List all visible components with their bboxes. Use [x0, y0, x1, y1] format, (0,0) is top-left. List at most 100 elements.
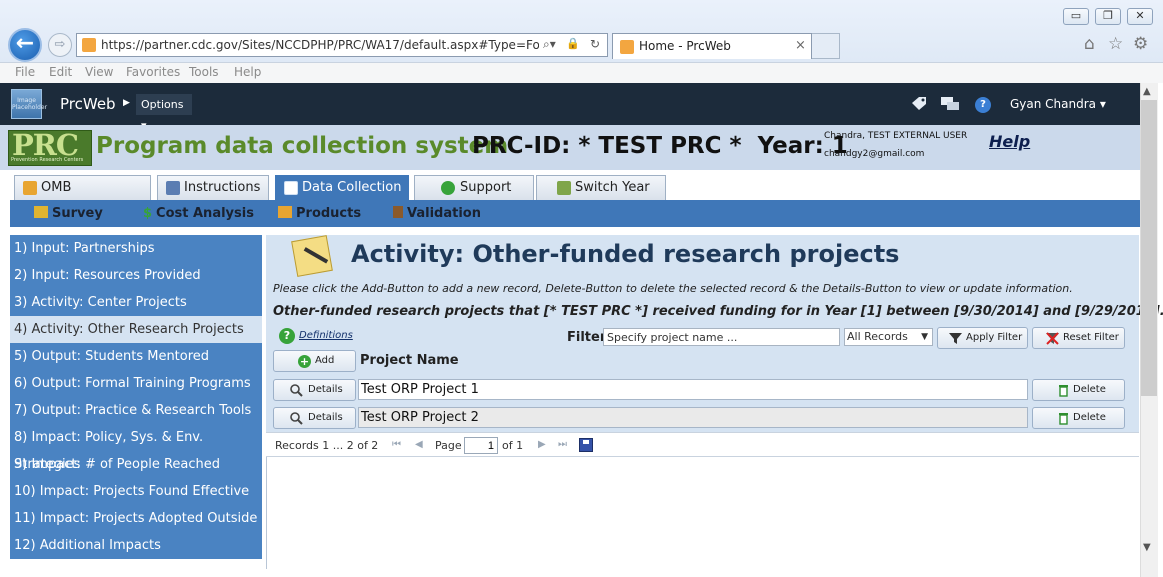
tab-instructions[interactable]: Instructions: [157, 175, 269, 200]
menu-favorites[interactable]: Favorites: [126, 65, 180, 79]
sidebar-item-students-mentored[interactable]: 5) Output: Students Mentored: [10, 343, 262, 370]
tab-title: Home - PrcWeb: [639, 39, 731, 53]
filter-input[interactable]: [603, 328, 840, 346]
instructions-text: Please click the Add-Button to add a new…: [273, 282, 1073, 295]
app-name[interactable]: PrcWeb: [60, 95, 116, 113]
save-icon[interactable]: [579, 438, 593, 452]
menu-view[interactable]: View: [85, 65, 113, 79]
details-button[interactable]: Details: [273, 379, 356, 401]
refresh-icon[interactable]: ↻: [590, 37, 600, 51]
pencil-icon: [34, 206, 48, 218]
subnav-label: Cost Analysis: [156, 206, 254, 221]
prev-page-icon[interactable]: ◀: [415, 439, 423, 450]
options-menu-button[interactable]: Options ▾: [136, 94, 192, 132]
details-button[interactable]: Details: [273, 407, 356, 429]
back-button[interactable]: ←: [8, 28, 42, 62]
settings-icon[interactable]: ⚙: [1133, 34, 1148, 54]
records-count: Records 1 ... 2 of 2: [275, 439, 379, 452]
plus-icon: +: [298, 355, 311, 368]
subnav-products[interactable]: Products: [278, 206, 361, 221]
prc-logo: PRC Prevention Research Centers: [8, 128, 92, 166]
sidebar-item-projects-found-effective[interactable]: 10) Impact: Projects Found Effective: [10, 478, 262, 505]
delete-button[interactable]: Delete: [1032, 407, 1125, 429]
tab-close-icon[interactable]: ×: [795, 38, 806, 53]
tab-data-collection[interactable]: Data Collection: [275, 175, 409, 200]
user-menu[interactable]: Gyan Chandra ▾: [1010, 97, 1106, 111]
system-title: Program data collection system: [96, 133, 509, 159]
tab-support[interactable]: Support: [414, 175, 534, 200]
add-button[interactable]: + Add: [273, 350, 356, 372]
filter-records-select[interactable]: All Records ▼: [844, 328, 933, 346]
definitions-help-icon[interactable]: ?: [279, 328, 295, 344]
sidebar-item-partnerships[interactable]: 1) Input: Partnerships: [10, 235, 262, 262]
definitions-link[interactable]: Definitions: [299, 330, 353, 341]
subnav-label: Products: [296, 206, 362, 221]
sidebar-item-other-research-projects[interactable]: 4) Activity: Other Research Projects: [10, 316, 262, 343]
reset-filter-label: Reset Filter: [1063, 332, 1119, 343]
tab-switch-year[interactable]: Switch Year: [536, 175, 666, 200]
sidebar-item-projects-adopted-outside[interactable]: 11) Impact: Projects Adopted Outside: [10, 505, 262, 532]
next-page-icon[interactable]: ▶: [538, 439, 546, 450]
sidebar-item-policy-strategies[interactable]: 8) Impact: Policy, Sys. & Env. Strategie…: [10, 424, 262, 472]
details-label: Details: [308, 384, 343, 395]
page-number-input[interactable]: [464, 437, 498, 454]
scroll-down-arrow[interactable]: ▼: [1143, 542, 1151, 553]
magnifier-icon: [290, 412, 303, 425]
table-row[interactable]: Test ORP Project 1: [358, 379, 1028, 400]
filter-label: Filter: [567, 330, 607, 345]
magnifier-icon: [290, 384, 303, 397]
site-favicon: [82, 38, 96, 52]
new-tab-button[interactable]: [812, 33, 840, 59]
scrollbar-thumb[interactable]: [1141, 100, 1157, 396]
menu-help[interactable]: Help: [234, 65, 261, 79]
last-page-icon[interactable]: ⏭: [558, 439, 567, 450]
address-url[interactable]: https://partner.cdc.gov/Sites/NCCDPHP/PR…: [101, 38, 539, 52]
sidebar-item-center-projects[interactable]: 3) Activity: Center Projects: [10, 289, 262, 316]
close-window-button[interactable]: ✕: [1127, 8, 1153, 25]
menu-edit[interactable]: Edit: [49, 65, 72, 79]
calendar-icon: [557, 181, 571, 195]
favorites-icon[interactable]: ☆: [1108, 34, 1123, 54]
subnav-cost-analysis[interactable]: $ Cost Analysis: [143, 206, 254, 221]
sidebar-item-practice-research-tools[interactable]: 7) Output: Practice & Research Tools: [10, 397, 262, 424]
sidebar-item-formal-training-programs[interactable]: 6) Output: Formal Training Programs: [10, 370, 262, 397]
delete-button[interactable]: Delete: [1032, 379, 1125, 401]
prc-id-year: PRC-ID: * TEST PRC * Year: 1: [472, 133, 848, 159]
menu-tools[interactable]: Tools: [189, 65, 219, 79]
help-link[interactable]: Help: [989, 132, 1030, 151]
minimize-button[interactable]: ▭: [1063, 8, 1089, 25]
page-title: Activity: Other-funded research projects: [351, 240, 900, 268]
browser-tab[interactable]: Home - PrcWeb ×: [612, 33, 812, 59]
dollar-icon: $: [143, 206, 153, 221]
reset-filter-button[interactable]: Reset Filter: [1032, 327, 1125, 349]
apply-filter-button[interactable]: Apply Filter: [937, 327, 1028, 349]
project-name-column-header: Project Name: [360, 353, 459, 368]
table-row[interactable]: Test ORP Project 2: [358, 407, 1028, 428]
help-icon[interactable]: ?: [975, 97, 991, 113]
forward-button[interactable]: ⇨: [48, 33, 72, 57]
messages-icon[interactable]: [940, 96, 960, 116]
app-logo[interactable]: Image Placeholder: [11, 89, 47, 119]
tab-label: Instructions: [184, 180, 261, 195]
address-bar[interactable]: https://partner.cdc.gov/Sites/NCCDPHP/PR…: [76, 33, 608, 57]
trash-icon: [1059, 385, 1068, 397]
delete-label: Delete: [1073, 384, 1106, 395]
sidebar-item-additional-impacts[interactable]: 12) Additional Impacts: [10, 532, 262, 559]
search-dropdown-icon[interactable]: ⌕▾: [543, 37, 556, 52]
menu-file[interactable]: File: [15, 65, 35, 79]
scroll-up-arrow[interactable]: ▲: [1143, 86, 1151, 97]
notepad-icon: [291, 235, 333, 277]
subnav-survey[interactable]: Survey: [34, 206, 103, 221]
subnav-validation[interactable]: Validation: [393, 206, 481, 221]
home-icon[interactable]: ⌂: [1084, 34, 1095, 54]
tab-favicon: [620, 40, 634, 54]
first-page-icon[interactable]: ⏮: [392, 439, 401, 450]
lock-icon[interactable]: 🔒: [566, 37, 580, 50]
tab-omb-compliance[interactable]: OMB Compliance: [14, 175, 151, 218]
sidebar-item-people-reached[interactable]: 9) Impact: # of People Reached: [10, 451, 262, 478]
table-icon: [284, 181, 298, 195]
tag-icon[interactable]: [910, 96, 928, 116]
maximize-button[interactable]: ❐: [1095, 8, 1121, 25]
sidebar-item-resources-provided[interactable]: 2) Input: Resources Provided: [10, 262, 262, 289]
chevron-down-icon: ▼: [921, 332, 928, 342]
